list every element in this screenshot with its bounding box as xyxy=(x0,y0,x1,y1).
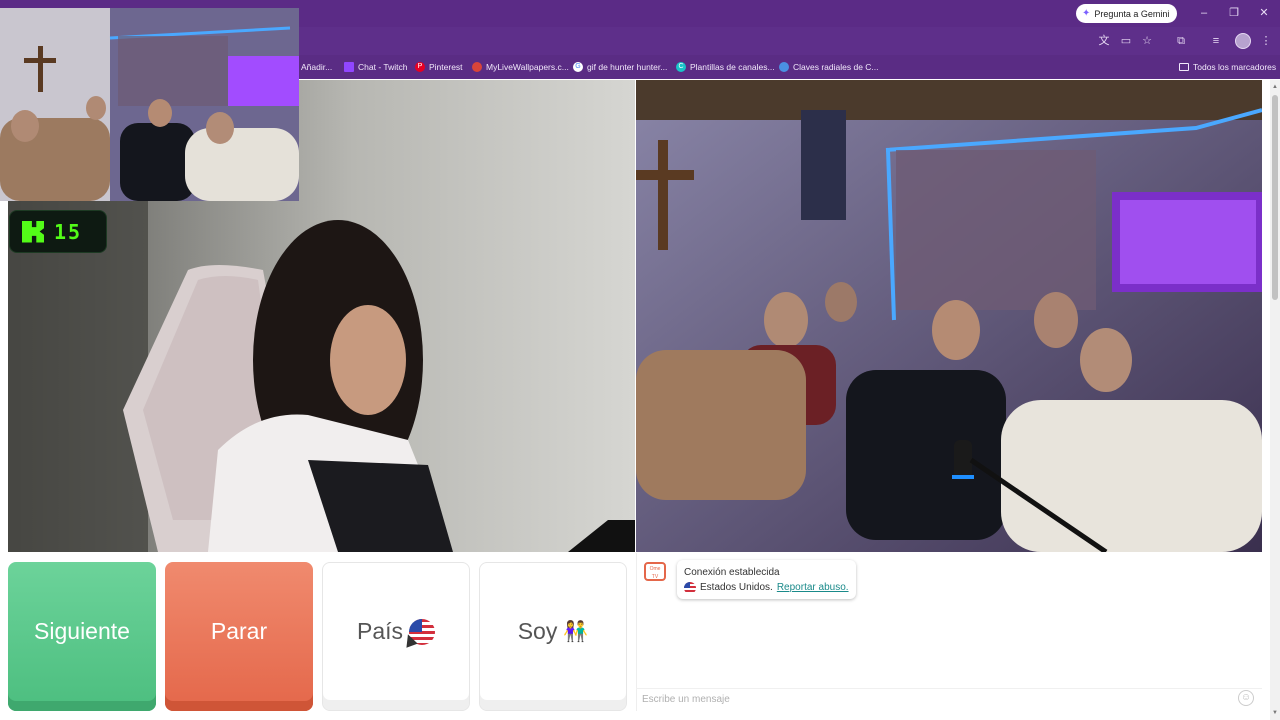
scroll-up-icon[interactable]: ▲ xyxy=(1271,84,1279,92)
self-video xyxy=(636,80,1262,552)
menu-icon[interactable]: ⋮ xyxy=(1258,33,1274,49)
next-label: Siguiente xyxy=(34,618,130,644)
next-button[interactable]: Siguiente xyxy=(8,562,156,711)
gemini-icon: ✦ xyxy=(1082,8,1091,19)
canva-icon: C xyxy=(676,62,686,72)
self-video-frame xyxy=(636,80,1262,552)
bookmark-label: gif de hunter hunter... xyxy=(587,62,668,72)
restore-button[interactable]: ❐ xyxy=(1220,4,1248,22)
country-row: Estados Unidos. Reportar abuso. xyxy=(684,580,849,595)
stop-button[interactable]: Parar xyxy=(165,562,313,711)
pip-camera-overlay xyxy=(0,8,299,201)
all-bookmarks[interactable]: Todos los marcadores xyxy=(1179,59,1276,75)
twitch-icon xyxy=(344,62,354,72)
kick-count: 15 xyxy=(54,219,83,244)
bookmark-label: MyLiveWallpapers.c... xyxy=(486,62,569,72)
close-button[interactable]: ✕ xyxy=(1250,4,1278,22)
media-icon[interactable]: ≡ xyxy=(1208,33,1224,49)
country-label: País xyxy=(356,618,404,644)
scroll-down-icon[interactable]: ▼ xyxy=(1271,710,1279,718)
report-abuse-link[interactable]: Reportar abuso. xyxy=(777,580,849,595)
gemini-label: Pregunta a Gemini xyxy=(1094,8,1170,19)
bookmark-label: Chat - Twitch xyxy=(358,62,408,72)
wallpaper-icon xyxy=(472,62,482,72)
gender-button[interactable]: Soy 👫 xyxy=(479,562,627,711)
scrollbar-thumb[interactable] xyxy=(1272,95,1278,300)
us-flag-small-icon xyxy=(684,581,696,594)
emoji-icon[interactable]: ☺ xyxy=(1238,690,1254,706)
minimize-button[interactable]: – xyxy=(1190,4,1218,22)
kick-logo-icon xyxy=(22,220,44,243)
bookmark-label: Añadir... xyxy=(301,62,333,72)
folder-icon xyxy=(1179,63,1189,71)
country-text: Estados Unidos. xyxy=(700,582,773,593)
bookmark-item[interactable]: Claves radiales de C... xyxy=(779,59,879,75)
extensions-icon[interactable]: ⧉ xyxy=(1173,33,1189,49)
profile-avatar[interactable] xyxy=(1235,33,1251,49)
bookmark-item[interactable]: Chat - Twitch xyxy=(344,59,407,75)
gender-label: Soy xyxy=(517,618,558,644)
bookmark-item[interactable]: Añadir... xyxy=(301,59,332,75)
couple-icon: 👫 xyxy=(563,621,589,643)
google-icon: G xyxy=(573,62,583,72)
cast-icon[interactable]: ▭ xyxy=(1118,33,1134,49)
connection-message: Conexión establecida Estados Unidos. Rep… xyxy=(677,560,856,599)
bookmark-item[interactable]: C Plantillas de canales... xyxy=(676,59,775,75)
translate-icon[interactable]: 文 xyxy=(1096,33,1112,49)
stop-label: Parar xyxy=(210,618,268,644)
chat-message-input[interactable] xyxy=(642,690,1222,708)
star-icon[interactable]: ☆ xyxy=(1139,33,1155,49)
ometv-logo-text: Ome TV xyxy=(649,566,661,580)
connection-text: Conexión establecida xyxy=(684,567,780,578)
bookmark-item[interactable]: P Pinterest xyxy=(415,59,463,75)
kick-viewer-badge: 15 xyxy=(9,210,107,253)
pip-camera-frame xyxy=(0,8,299,201)
bookmark-item[interactable]: MyLiveWallpapers.c... xyxy=(472,59,569,75)
ometv-logo-icon: Ome TV xyxy=(644,562,666,581)
site-icon xyxy=(779,62,789,72)
gemini-button[interactable]: ✦ Pregunta a Gemini xyxy=(1076,4,1177,23)
country-button[interactable]: País xyxy=(322,562,470,711)
bookmark-item[interactable]: G gif de hunter hunter... xyxy=(573,59,667,75)
bookmark-label: Plantillas de canales... xyxy=(690,62,775,72)
bookmark-label: Pinterest xyxy=(429,62,463,72)
all-bookmarks-label: Todos los marcadores xyxy=(1193,62,1277,72)
pinterest-icon: P xyxy=(415,62,425,72)
bookmark-label: Claves radiales de C... xyxy=(793,62,879,72)
